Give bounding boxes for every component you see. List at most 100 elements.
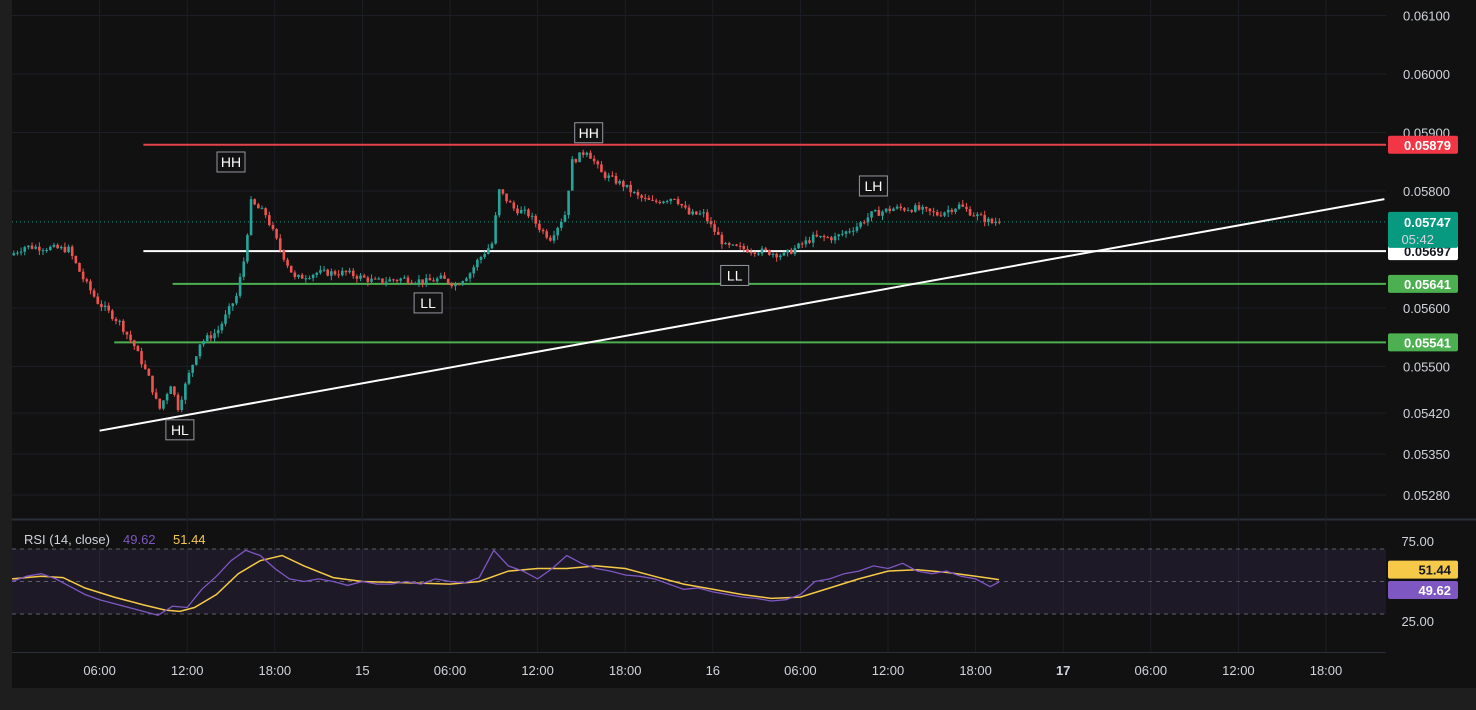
candle-down (622, 181, 625, 187)
candle-down (614, 175, 618, 184)
candle-up (797, 243, 800, 249)
candle-up (994, 221, 997, 224)
candle-up (530, 215, 534, 217)
candle-down (654, 200, 658, 202)
candle-up (384, 281, 388, 283)
candle-down (647, 197, 651, 200)
candle-up (691, 211, 694, 215)
rsi-upper-band-label: 75.00 (1401, 534, 1434, 549)
candle-down (545, 231, 548, 238)
candle-down (862, 222, 866, 224)
candle-up (895, 206, 899, 209)
candle-up (213, 333, 216, 339)
current-price-tag[interactable]: 0.05747 05:42 (1388, 211, 1458, 248)
candle-down (344, 270, 348, 273)
candle-down (114, 319, 118, 322)
price-tick-label: 0.06100 (1403, 9, 1450, 24)
candle-down (789, 249, 793, 254)
ma-value-tag[interactable]: 51.44 (1388, 560, 1458, 579)
candle-up (242, 261, 246, 277)
time-tick-label: 06:00 (434, 663, 467, 678)
time-tick-label: 18:00 (259, 663, 292, 678)
candle-up (19, 251, 23, 253)
price-chart[interactable]: HHHHLHLLLLHL 0.061000.060000.059000.0580… (0, 0, 1476, 705)
candle-down (508, 201, 512, 203)
candle-down (516, 208, 519, 214)
price-tick-label: 0.05800 (1403, 184, 1450, 199)
candle-up (12, 253, 16, 256)
candle-down (720, 234, 724, 245)
candle-up (377, 278, 381, 280)
candle-down (581, 152, 585, 155)
candle-up (220, 323, 224, 331)
candle-down (928, 208, 932, 212)
candle-up (49, 246, 52, 250)
candle-up (435, 278, 439, 282)
candle-down (132, 340, 136, 347)
candle-down (125, 331, 129, 335)
pattern-label-hl[interactable]: HL (165, 419, 195, 441)
candle-down (122, 320, 125, 332)
support-lower-tag-text: 0.05541 (1404, 335, 1451, 350)
candle-up (184, 383, 187, 400)
candle-up (198, 344, 202, 357)
candle-up (556, 227, 559, 236)
time-tick-label: 12:00 (521, 663, 554, 678)
chart-container[interactable]: HH HH LH LL LL HL 0.06100 0.06000 0.05900 0.0580… (0, 0, 1476, 705)
candle-up (403, 277, 406, 279)
support-upper-tag-text: 0.05641 (1404, 277, 1451, 292)
candle-up (519, 210, 523, 214)
candle-down (63, 246, 67, 253)
candle-down (257, 204, 260, 209)
support-upper-tag[interactable]: 0.05641 (1388, 274, 1458, 293)
candle-down (983, 215, 986, 223)
pattern-label-hh[interactable]: HH (216, 151, 246, 173)
resistance-top-tag[interactable]: 0.05879 (1388, 135, 1458, 154)
candle-up (249, 199, 253, 236)
candle-up (698, 213, 702, 215)
candle-up (585, 152, 589, 155)
candle-up (782, 252, 786, 256)
rsi-value-tag-text: 49.62 (1418, 583, 1451, 598)
candle-up (954, 208, 957, 212)
candle-down (74, 256, 78, 263)
support-lower-tag[interactable]: 0.05541 (1388, 333, 1458, 352)
candle-down (209, 335, 213, 339)
candle-down (815, 234, 819, 237)
candle-up (570, 159, 574, 191)
candle-up (523, 209, 527, 211)
pattern-label-ll[interactable]: LL (413, 292, 443, 314)
candle-down (268, 215, 271, 225)
candle-up (786, 249, 789, 253)
pattern-label-text: HH (221, 154, 241, 170)
pattern-label-ll[interactable]: LL (720, 264, 750, 286)
candle-down (362, 275, 366, 278)
time-tick-label: 17 (1056, 663, 1070, 678)
pattern-label-hh[interactable]: HH (574, 122, 604, 144)
candle-down (107, 305, 110, 311)
candle-down (658, 201, 662, 204)
candle-up (191, 364, 194, 373)
candle-down (822, 235, 826, 238)
candle-up (494, 215, 497, 244)
candle-down (406, 277, 410, 283)
candle-down (421, 279, 424, 284)
candle-up (804, 240, 808, 245)
candle-down (764, 248, 767, 251)
candle-up (399, 278, 402, 281)
rsi-value-tag[interactable]: 49.62 (1388, 580, 1458, 599)
candle-down (81, 271, 85, 280)
candle-down (395, 280, 399, 282)
candle-up (844, 231, 848, 234)
candle-down (735, 244, 738, 246)
candle-up (414, 283, 417, 285)
price-tick-label: 0.06000 (1403, 67, 1450, 82)
candle-up (195, 356, 198, 365)
candle-down (512, 202, 516, 209)
candle-down (965, 206, 968, 210)
candle-down (286, 259, 289, 266)
candle-up (731, 244, 735, 246)
candle-down (92, 290, 96, 297)
candle-down (676, 199, 680, 205)
pattern-label-lh[interactable]: LH (858, 175, 888, 197)
